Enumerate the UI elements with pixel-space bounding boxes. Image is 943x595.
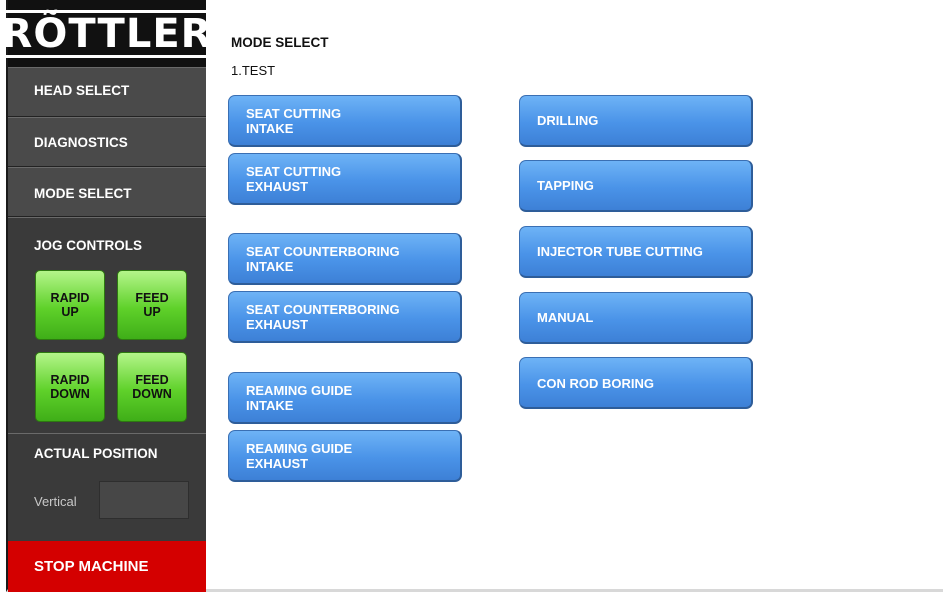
mode-button-line2: EXHAUST — [246, 317, 309, 332]
mode-button-line1: SEAT COUNTERBORING — [246, 244, 400, 259]
mode-seat-cutting-exhaust-button[interactable]: SEAT CUTTING EXHAUST — [228, 153, 462, 205]
mode-button-label: DRILLING — [537, 113, 599, 128]
nav-head-select-label: HEAD SELECT — [34, 83, 130, 98]
mode-seat-counterboring-exhaust-button[interactable]: SEAT COUNTERBORING EXHAUST — [228, 291, 462, 343]
mode-button-line1: REAMING GUIDE — [246, 441, 353, 456]
mode-seat-cutting-intake-button[interactable]: SEAT CUTTING INTAKE — [228, 95, 462, 147]
actual-position-panel: ACTUAL POSITION Vertical — [8, 433, 206, 541]
mode-reaming-guide-intake-button[interactable]: REAMING GUIDE INTAKE — [228, 372, 462, 424]
mode-injector-tube-cutting-button[interactable]: INJECTOR TUBE CUTTING — [519, 226, 753, 278]
mode-seat-counterboring-intake-button[interactable]: SEAT COUNTERBORING INTAKE — [228, 233, 462, 285]
mode-button-line1: REAMING GUIDE — [246, 383, 353, 398]
mode-button-line1: SEAT CUTTING — [246, 106, 342, 121]
mode-button-label: CON ROD BORING — [537, 376, 654, 391]
rottler-logo: RÕTTLER — [0, 9, 215, 58]
mode-manual-button[interactable]: MANUAL — [519, 292, 753, 344]
mode-button-line2: INTAKE — [246, 121, 294, 136]
feed-up-button[interactable]: FEED UP — [117, 270, 187, 340]
jog-controls-panel: JOG CONTROLS RAPID UP FEED UP RAPID DOWN… — [8, 217, 206, 433]
nav-diagnostics[interactable]: DIAGNOSTICS — [8, 117, 206, 167]
jog-controls-title: JOG CONTROLS — [34, 238, 143, 253]
mode-button-line2: INTAKE — [246, 398, 294, 413]
page-subtitle: 1.TEST — [231, 63, 276, 78]
feed-down-label: FEED DOWN — [132, 373, 172, 401]
mode-reaming-guide-exhaust-button[interactable]: REAMING GUIDE EXHAUST — [228, 430, 462, 482]
mode-button-line1: SEAT COUNTERBORING — [246, 302, 400, 317]
nav-mode-select[interactable]: MODE SELECT — [8, 167, 206, 217]
mode-button-line2: EXHAUST — [246, 179, 309, 194]
stop-machine-label: STOP MACHINE — [34, 558, 149, 575]
feed-down-button[interactable]: FEED DOWN — [117, 352, 187, 422]
mode-tapping-button[interactable]: TAPPING — [519, 160, 753, 212]
mode-button-line2: INTAKE — [246, 259, 294, 274]
mode-button-line2: EXHAUST — [246, 456, 309, 471]
rapid-up-label: RAPID UP — [50, 291, 90, 319]
logo-area: RÕTTLER — [0, 0, 215, 67]
actual-position-title: ACTUAL POSITION — [34, 446, 158, 461]
feed-up-label: FEED UP — [135, 291, 169, 319]
mode-con-rod-boring-button[interactable]: CON ROD BORING — [519, 357, 753, 409]
rapid-down-button[interactable]: RAPID DOWN — [35, 352, 105, 422]
mode-button-label: TAPPING — [537, 178, 594, 193]
vertical-position-readout — [99, 481, 189, 519]
rapid-down-label: RAPID DOWN — [50, 373, 90, 401]
nav-mode-select-label: MODE SELECT — [34, 186, 132, 201]
nav-head-select[interactable]: HEAD SELECT — [8, 67, 206, 117]
page-title: MODE SELECT — [231, 35, 329, 50]
mode-button-line1: SEAT CUTTING — [246, 164, 342, 179]
mode-button-label: INJECTOR TUBE CUTTING — [537, 244, 703, 259]
stop-machine-button[interactable]: STOP MACHINE — [8, 541, 206, 592]
vertical-label: Vertical — [34, 494, 77, 509]
sidebar: RÕTTLER HEAD SELECT DIAGNOSTICS MODE SEL… — [0, 0, 215, 592]
mode-button-label: MANUAL — [537, 310, 594, 325]
mode-drilling-button[interactable]: DRILLING — [519, 95, 753, 147]
nav-diagnostics-label: DIAGNOSTICS — [34, 135, 128, 150]
rapid-up-button[interactable]: RAPID UP — [35, 270, 105, 340]
